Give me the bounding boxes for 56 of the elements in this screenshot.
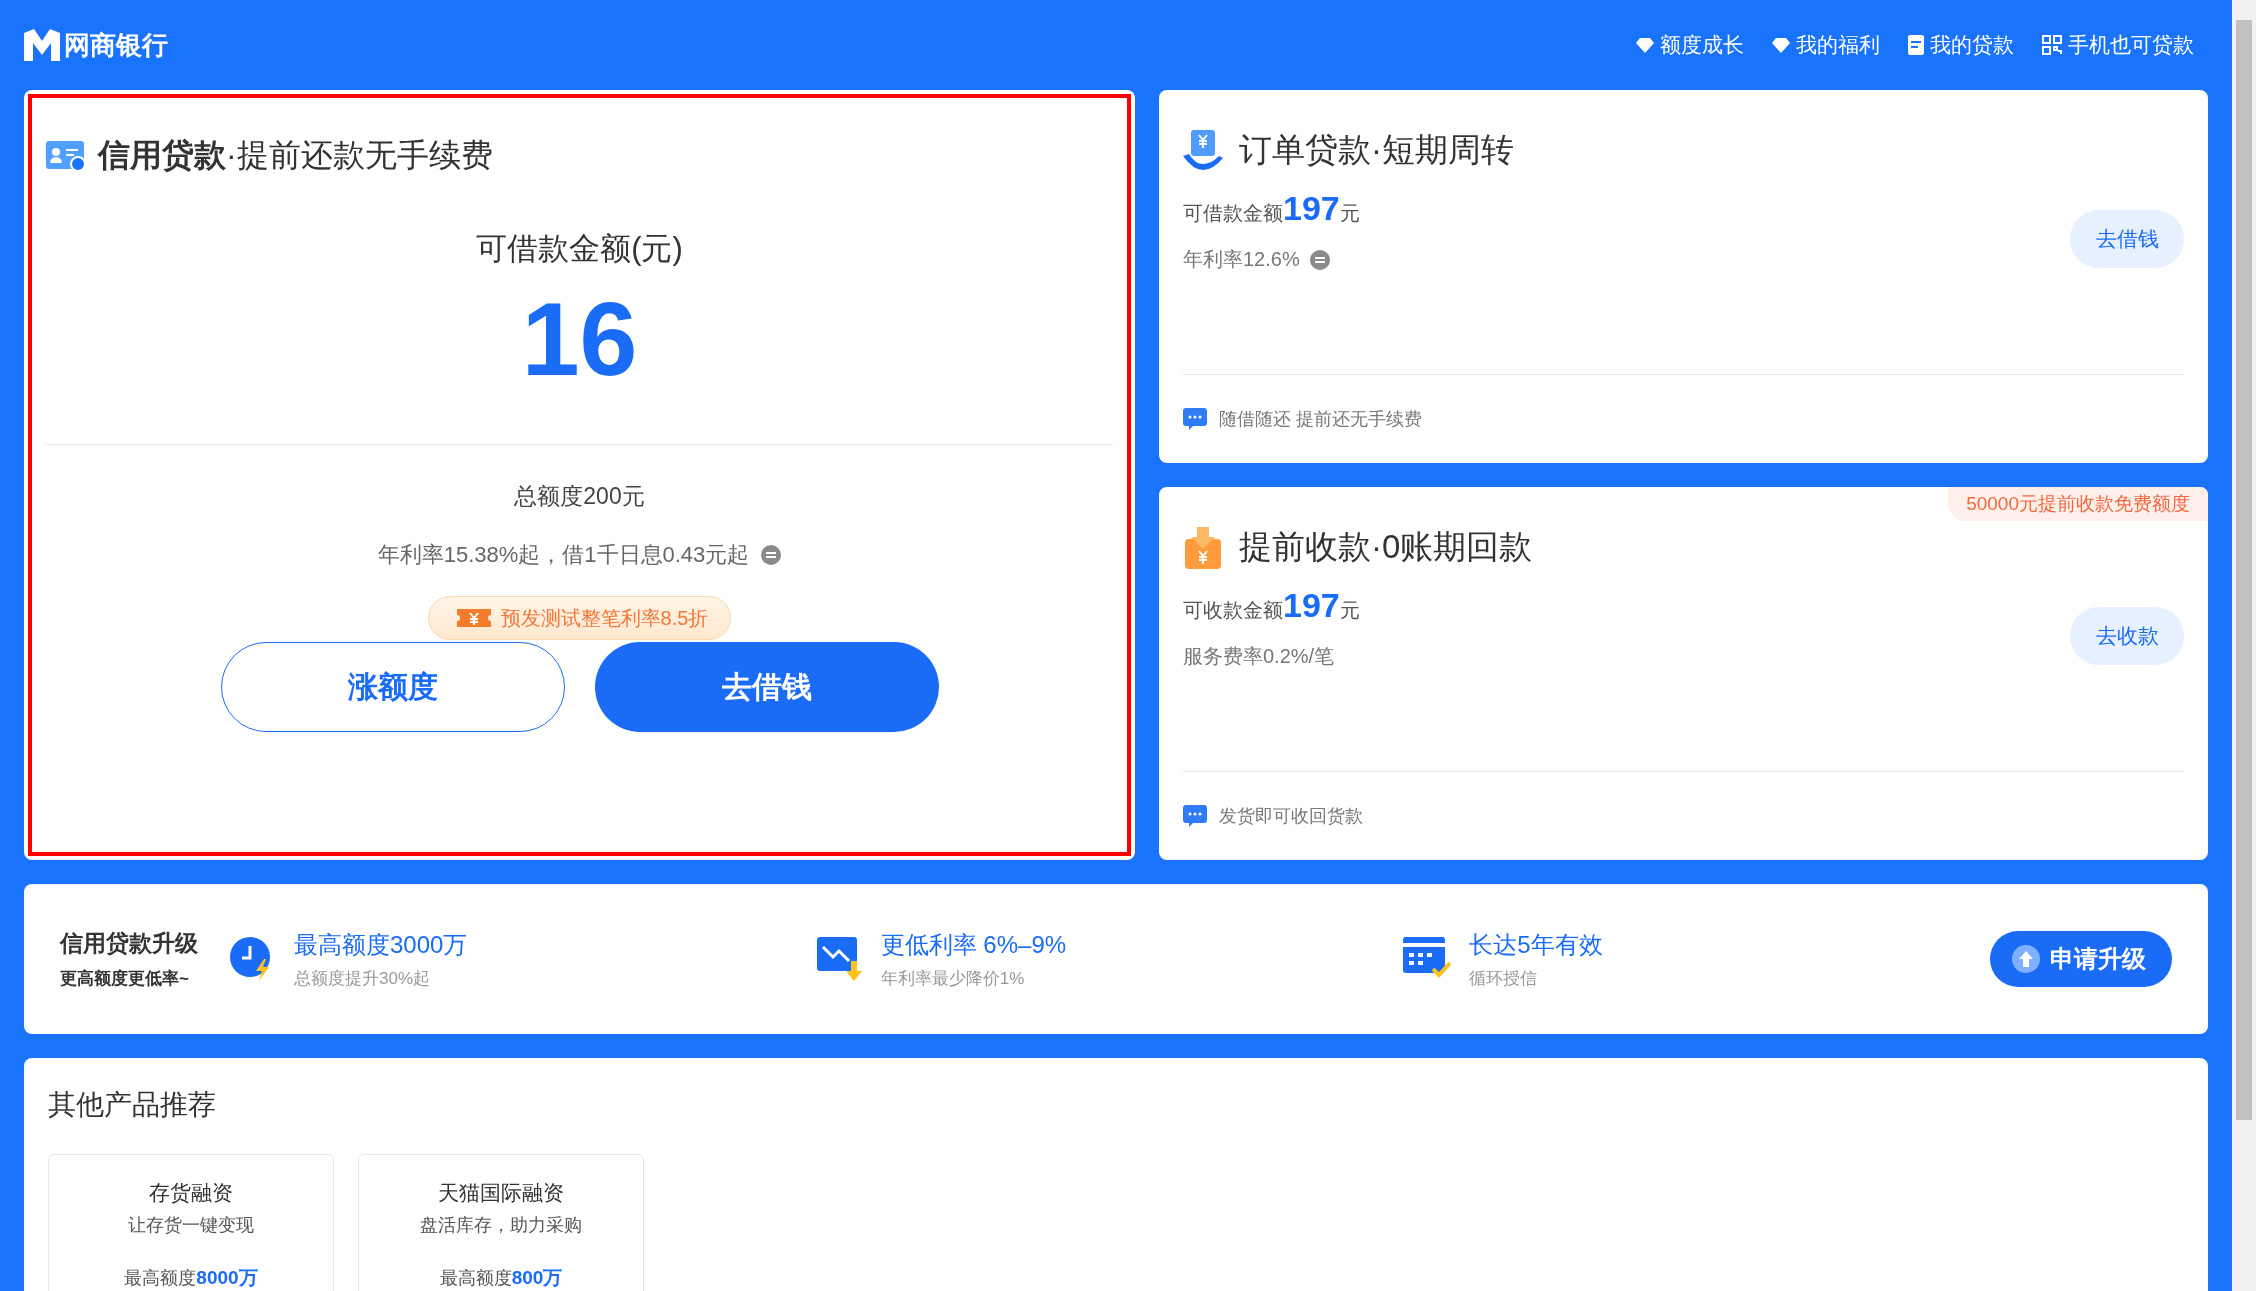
diamond-icon	[1772, 37, 1790, 53]
upgrade-subtitle: 更高额度更低率~	[60, 968, 190, 990]
amount-text: 可收款金额197元	[1183, 586, 1361, 625]
borrow-button[interactable]: 去借钱	[594, 642, 939, 733]
product-name: 天猫国际融资	[438, 1180, 564, 1206]
logo-icon	[24, 29, 60, 61]
nav-link[interactable]: 额度成长	[1636, 31, 1744, 59]
action-button[interactable]: 去借钱	[2070, 209, 2184, 268]
product-description: 让存货一键变现	[128, 1214, 254, 1237]
product-limit: 最高额度800万	[439, 1266, 563, 1290]
feature-subtitle: 循环授信	[1469, 967, 1539, 990]
promo-badge: 50000元提前收款免费额度	[1948, 487, 2208, 521]
feature-subtitle: 总额度提升30%起	[294, 967, 432, 990]
note-text: 随借随还 提前还无手续费	[1219, 408, 1422, 431]
feature-title: 更低利率 6%–9%	[880, 929, 1067, 960]
nav-link[interactable]: 手机也可贷款	[2042, 31, 2194, 59]
section-title: 其他产品推荐	[48, 1088, 217, 1122]
nav-link[interactable]: 我的贷款	[1908, 31, 2014, 59]
info-icon[interactable]	[1309, 249, 1330, 270]
gift-box-icon	[1183, 526, 1223, 569]
diamond-icon	[1636, 37, 1654, 53]
note-text: 发货即可收回货款	[1219, 805, 1363, 828]
product-card[interactable]: 天猫国际融资 盘活库存，助力采购 最高额度800万	[358, 1154, 644, 1291]
info-icon[interactable]	[761, 545, 782, 566]
chart-down-icon	[816, 937, 863, 981]
scrollbar[interactable]	[2232, 0, 2256, 1291]
chat-bubble-icon	[1183, 805, 1207, 827]
action-button[interactable]: 去收款	[2070, 606, 2184, 665]
document-icon	[1908, 35, 1924, 55]
product-description: 盘活库存，助力采购	[420, 1214, 582, 1237]
upgrade-title: 信用贷款升级	[60, 929, 199, 958]
promo-text: 预发测试整笔利率8.5折	[500, 605, 709, 631]
amount-label: 可借款金额(元)	[476, 230, 683, 268]
qr-code-icon	[2042, 35, 2062, 55]
amount-text: 可借款金额197元	[1183, 189, 1361, 228]
card-title: 提前收款·0账期回款	[1239, 527, 1533, 567]
card-title: 订单贷款·短期周转	[1239, 130, 1514, 170]
rate-text: 年利率12.6%	[1183, 247, 1300, 272]
chat-bubble-icon	[1183, 408, 1207, 430]
product-name: 存货融资	[149, 1180, 233, 1206]
feature-title: 长达5年有效	[1469, 929, 1603, 960]
product-card[interactable]: 存货融资 让存货一键变现 最高额度8000万	[48, 1154, 334, 1291]
logo-text: 网商银行	[64, 28, 168, 62]
product-limit: 最高额度8000万	[124, 1266, 258, 1290]
feature-subtitle: 年利率最少降价1%	[880, 967, 1026, 990]
receipt-hand-icon	[1183, 129, 1223, 172]
nav-link[interactable]: 我的福利	[1772, 31, 1880, 59]
card-title: 信用贷款·提前还款无手续费	[98, 136, 493, 175]
total-limit-text: 总额度200元	[514, 482, 645, 512]
id-card-icon	[46, 141, 86, 171]
raise-limit-button[interactable]: 涨额度	[220, 642, 565, 733]
rate-text: 服务费率0.2%/笔	[1183, 644, 1335, 669]
rate-text: 年利率15.38%起，借1千日息0.43元起	[377, 541, 750, 570]
amount-value: 16	[521, 282, 638, 397]
apply-upgrade-button[interactable]: 申请升级	[1990, 931, 2172, 987]
feature-title: 最高额度3000万	[294, 929, 468, 960]
